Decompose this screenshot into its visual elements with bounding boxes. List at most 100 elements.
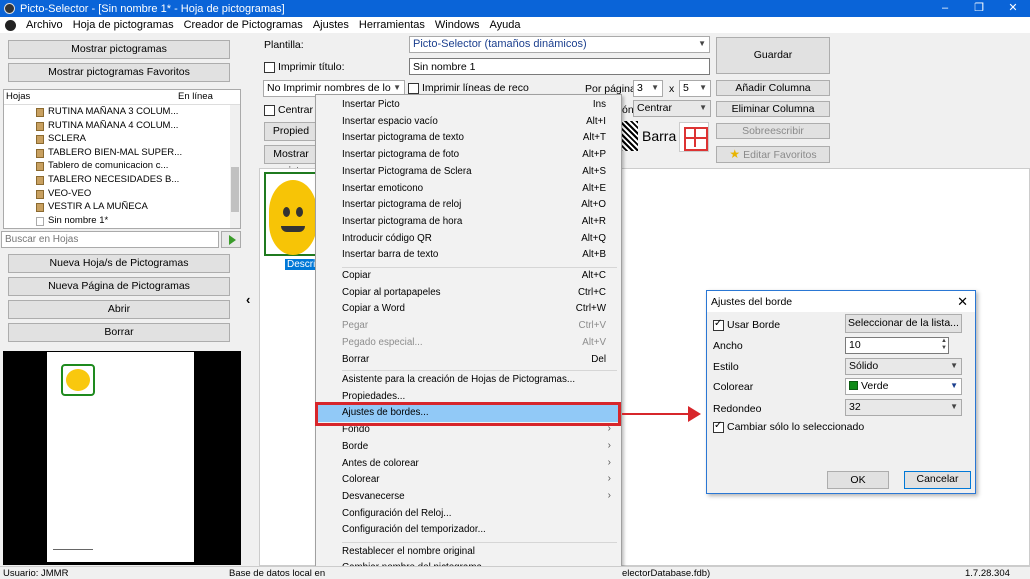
- menu-item-insert-picto[interactable]: Insertar Picto Ins: [318, 97, 619, 114]
- menu-ajustes[interactable]: Ajustes: [308, 19, 354, 31]
- cancel-button[interactable]: Cancelar: [904, 471, 971, 489]
- menu-item-fade[interactable]: Desvanecerse ›: [318, 489, 619, 506]
- menu-item-border[interactable]: Borde ›: [318, 439, 619, 456]
- left-panel: Mostrar pictogramas Mostrar pictogramas …: [0, 33, 244, 566]
- minimize-button[interactable]: –: [928, 0, 962, 17]
- close-icon[interactable]: ✕: [957, 294, 968, 310]
- menu-item-timer-config[interactable]: Configuración del temporizador...: [318, 522, 619, 539]
- menu-item-insert-time[interactable]: Insertar pictograma de hora Alt+R: [318, 214, 619, 231]
- checkbox-icon: [408, 82, 419, 94]
- menu-windows[interactable]: Windows: [430, 19, 485, 31]
- show-pictos-button[interactable]: Mostrar pictogramas: [8, 40, 230, 59]
- search-go-button[interactable]: [221, 231, 241, 248]
- checkbox-icon: [713, 420, 724, 433]
- search-sheets-input[interactable]: [1, 231, 219, 248]
- pictogram-tile[interactable]: [264, 172, 322, 256]
- menu-item-wizard[interactable]: Asistente para la creación de Hojas de P…: [318, 372, 619, 389]
- qr-code-icon[interactable]: [620, 121, 638, 151]
- delete-column-button[interactable]: Eliminar Columna: [716, 101, 830, 117]
- tree-item[interactable]: Tablero de comunicacion c...: [4, 159, 240, 173]
- menu-ayuda[interactable]: Ayuda: [485, 19, 526, 31]
- sheets-tree[interactable]: Hojas En línea RUTINA MAÑANA 3 COLUM... …: [3, 89, 241, 229]
- width-input[interactable]: 10 ▲ ▼: [845, 337, 949, 354]
- show-pict-button[interactable]: Mostrar pict: [264, 145, 318, 177]
- tree-scrollbar[interactable]: [230, 105, 240, 228]
- color-select[interactable]: Verde ▼: [845, 378, 962, 395]
- menu-item-insert-text-picto[interactable]: Insertar pictograma de texto Alt+T: [318, 130, 619, 147]
- menu-item-insert-photo-picto[interactable]: Insertar pictograma de foto Alt+P: [318, 147, 619, 164]
- tree-item[interactable]: TABLERO BIEN-MAL SUPER...: [4, 146, 240, 160]
- rounding-select[interactable]: 32 ▼: [845, 399, 962, 416]
- status-version: 1.7.28.304: [965, 568, 1010, 579]
- edit-favorites-button[interactable]: ★ Editar Favoritos: [716, 146, 830, 163]
- menu-item-before-coloring[interactable]: Antes de colorear ›: [318, 456, 619, 473]
- scroll-thumb[interactable]: [231, 167, 239, 212]
- tree-item[interactable]: RUTINA MAÑANA 4 COLUM...: [4, 119, 240, 133]
- open-button[interactable]: Abrir: [8, 300, 230, 319]
- tree-item[interactable]: Sin nombre 1*: [4, 214, 240, 228]
- menu-creador[interactable]: Creador de Pictogramas: [179, 19, 308, 31]
- menu-separator: [342, 370, 617, 371]
- align-select[interactable]: Centrar ▼: [633, 100, 711, 117]
- menu-item-insert-clock[interactable]: Insertar pictograma de reloj Alt+O: [318, 197, 619, 214]
- select-from-list-button[interactable]: Seleccionar de la lista...: [845, 314, 962, 333]
- tree-item[interactable]: VEO-VEO: [4, 187, 240, 201]
- new-sheet-button[interactable]: Nueva Hoja/s de Pictogramas: [8, 254, 230, 273]
- menu-item-reset-name[interactable]: Restablecer el nombre original: [318, 544, 619, 561]
- column-hojas[interactable]: Hojas: [4, 90, 176, 104]
- title-input[interactable]: [409, 58, 710, 75]
- tree-item[interactable]: SCLERA: [4, 132, 240, 146]
- maximize-button[interactable]: ❐: [962, 0, 996, 17]
- sheet-icon: [36, 162, 44, 172]
- menu-item-paste[interactable]: Pegar Ctrl+V: [318, 318, 619, 335]
- tree-item[interactable]: VESTIR A LA MUÑECA: [4, 200, 240, 214]
- print-title-checkbox[interactable]: Imprimir título:: [264, 61, 345, 73]
- properties-button[interactable]: Propied: [264, 122, 318, 141]
- style-label: Estilo: [713, 361, 739, 373]
- tree-item[interactable]: RUTINA MAÑANA 3 COLUM...: [4, 105, 240, 119]
- plantilla-select[interactable]: Picto-Selector (tamaños dinámicos) ▼: [409, 36, 710, 53]
- sheet-icon: [36, 108, 44, 117]
- text-bar-button[interactable]: Barra: [642, 128, 676, 144]
- add-column-button[interactable]: Añadir Columna: [716, 80, 830, 96]
- chevron-down-icon: ▼: [393, 83, 401, 92]
- width-label: Ancho: [713, 340, 743, 352]
- grid-layout-icon[interactable]: [679, 122, 709, 152]
- print-lines-checkbox[interactable]: Imprimir líneas de reco: [408, 82, 529, 94]
- style-select[interactable]: Sólido ▼: [845, 358, 962, 375]
- menu-item-insert-text-bar[interactable]: Insertar barra de texto Alt+B: [318, 247, 619, 264]
- status-user: Usuario: JMMR: [3, 568, 69, 579]
- overwrite-button[interactable]: Sobreescribir: [716, 123, 830, 139]
- menu-item-qr-code[interactable]: Introducir código QR Alt+Q: [318, 231, 619, 248]
- checkbox-icon: [264, 61, 275, 73]
- new-page-button[interactable]: Nueva Página de Pictogramas: [8, 277, 230, 296]
- callout-arrow: [622, 413, 696, 415]
- menu-item-copy-clipboard[interactable]: Copiar al portapapeles Ctrl+C: [318, 285, 619, 302]
- columns-select[interactable]: 3 ▼: [633, 80, 663, 97]
- align-label: ón: [622, 104, 634, 116]
- collapse-panel-icon[interactable]: ‹: [246, 292, 250, 307]
- menu-item-paste-special[interactable]: Pegado especial... Alt+V: [318, 335, 619, 352]
- tree-item[interactable]: TABLERO NECESIDADES B...: [4, 173, 240, 187]
- column-online[interactable]: En línea: [176, 90, 215, 104]
- menu-item-insert-emoticon[interactable]: Insertar emoticono Alt+E: [318, 181, 619, 198]
- close-button[interactable]: ✕: [996, 0, 1030, 17]
- menu-item-copy-word[interactable]: Copiar a Word Ctrl+W: [318, 301, 619, 318]
- submenu-arrow-icon: ›: [607, 439, 611, 451]
- rows-select[interactable]: 5 ▼: [679, 80, 711, 97]
- only-selected-checkbox[interactable]: Cambiar sólo lo seleccionado: [713, 420, 864, 433]
- menu-item-delete[interactable]: Borrar Del: [318, 352, 619, 369]
- menu-herramientas[interactable]: Herramientas: [354, 19, 430, 31]
- menu-hoja-pictogramas[interactable]: Hoja de pictogramas: [68, 19, 179, 31]
- menu-item-copy[interactable]: Copiar Alt+C: [318, 268, 619, 285]
- menu-archivo[interactable]: Archivo: [21, 19, 68, 31]
- menu-item-clock-config[interactable]: Configuración del Reloj...: [318, 506, 619, 523]
- menu-item-insert-sclera[interactable]: Insertar Pictograma de Sclera Alt+S: [318, 164, 619, 181]
- menu-item-insert-empty[interactable]: Insertar espacio vacío Alt+I: [318, 114, 619, 131]
- ok-button[interactable]: OK: [827, 471, 889, 489]
- delete-button[interactable]: Borrar: [8, 323, 230, 342]
- menu-item-colorize[interactable]: Colorear ›: [318, 472, 619, 489]
- use-border-checkbox[interactable]: Usar Borde: [713, 318, 780, 331]
- show-favorites-button[interactable]: Mostrar pictogramas Favoritos: [8, 63, 230, 82]
- save-button[interactable]: Guardar: [716, 37, 830, 74]
